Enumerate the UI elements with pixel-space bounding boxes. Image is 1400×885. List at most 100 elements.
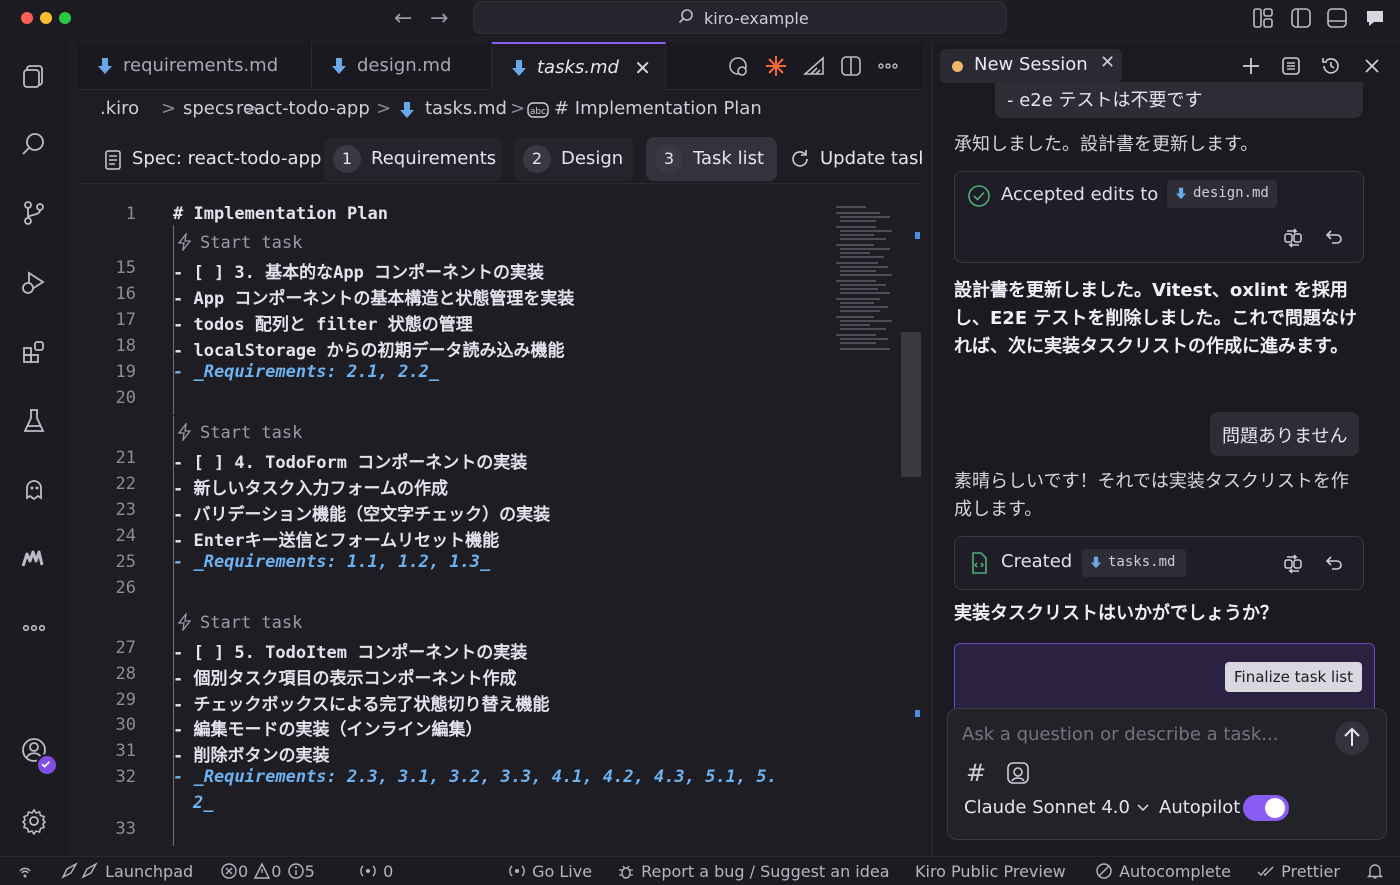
ports-item[interactable]: 0 xyxy=(358,862,393,881)
start-task-lens[interactable]: Start task xyxy=(176,611,303,633)
breadcrumb-item[interactable]: react-todo-app xyxy=(236,98,370,119)
code-line: - [ ] 5. TodoItem コンポーネントの実装 xyxy=(173,643,528,663)
go-live-item[interactable]: Go Live xyxy=(507,862,592,881)
split-editor-icon[interactable] xyxy=(840,55,862,77)
layout-customize-icon[interactable] xyxy=(1252,7,1274,29)
forward-arrow-icon[interactable]: → xyxy=(430,6,448,31)
minimize-window-button[interactable] xyxy=(40,12,52,24)
session-tab[interactable]: New Session ✕ xyxy=(940,49,1122,83)
revert-icon[interactable] xyxy=(1322,227,1344,249)
breadcrumb-separator: > xyxy=(161,98,177,119)
notifications-bell-icon[interactable] xyxy=(1366,862,1384,880)
update-tasks-button[interactable]: Update tasks xyxy=(820,148,922,169)
code-line: # Implementation Plan xyxy=(173,204,388,224)
kiro-ghost-icon[interactable] xyxy=(20,476,48,504)
preview-item[interactable]: Kiro Public Preview xyxy=(915,862,1066,881)
launchpad-item[interactable]: Launchpad xyxy=(60,862,193,881)
source-control-icon[interactable] xyxy=(20,199,48,227)
view-diff-icon[interactable] xyxy=(1282,227,1304,249)
session-list-icon[interactable] xyxy=(1280,55,1302,77)
back-arrow-icon[interactable]: ← xyxy=(394,6,412,31)
line-number: 21 xyxy=(115,448,136,468)
start-task-label: Start task xyxy=(200,613,303,633)
prettier-item[interactable]: Prettier xyxy=(1256,862,1340,881)
preview-icon[interactable] xyxy=(727,55,749,77)
line-number: 16 xyxy=(115,284,136,304)
activity-bar xyxy=(0,36,68,856)
code-editor[interactable]: 1 # Implementation Plan Start task 15 - … xyxy=(78,200,838,850)
problems-item[interactable]: 0 0 5 xyxy=(220,862,315,881)
broadcast-icon xyxy=(360,865,376,877)
step-task-list[interactable]: 3 Task list xyxy=(646,137,777,181)
lightning-icon xyxy=(177,421,192,443)
history-icon[interactable] xyxy=(1320,55,1342,77)
tab-label: tasks.md xyxy=(537,57,619,78)
step-requirements[interactable]: 1 Requirements xyxy=(324,137,502,181)
new-session-icon[interactable] xyxy=(1240,55,1262,77)
accepted-edits-card: Accepted edits to design.md xyxy=(954,171,1364,263)
explorer-icon[interactable] xyxy=(20,62,48,90)
zoom-window-button[interactable] xyxy=(59,12,71,24)
breadcrumb-item[interactable]: tasks.md xyxy=(425,98,507,119)
autopilot-toggle[interactable] xyxy=(1243,795,1289,821)
more-actions-icon[interactable] xyxy=(877,55,899,77)
line-number: 31 xyxy=(115,741,136,761)
code-line: - localStorage からの初期データ読み込み機能 xyxy=(173,341,565,361)
step-design[interactable]: 2 Design xyxy=(514,137,634,181)
breadcrumb-item[interactable]: specs xyxy=(183,98,234,119)
start-task-lens[interactable]: Start task xyxy=(176,231,302,253)
model-select[interactable]: Claude Sonnet 4.0 xyxy=(964,797,1150,818)
command-center[interactable]: kiro-example xyxy=(473,1,1007,34)
breadcrumb-item[interactable]: .kiro xyxy=(100,98,139,119)
markdown-file-icon xyxy=(512,60,526,76)
tab-requirements[interactable]: requirements.md xyxy=(78,42,312,90)
close-panel-icon[interactable] xyxy=(1361,55,1383,77)
start-task-lens[interactable]: Start task xyxy=(176,421,303,443)
editor-area: requirements.md design.md tasks.md ✕ .ki… xyxy=(78,42,922,856)
close-tab-icon[interactable]: ✕ xyxy=(634,56,651,80)
file-chip-tasks[interactable]: tasks.md xyxy=(1082,549,1186,577)
run-debug-icon[interactable] xyxy=(20,269,48,297)
code-line: - 個別タスク項目の表示コンポーネント作成 xyxy=(173,669,517,689)
search-icon[interactable] xyxy=(20,130,48,158)
editor-scrollbar[interactable] xyxy=(901,332,921,477)
markdown-file-icon xyxy=(1176,187,1186,200)
breadcrumb-item[interactable]: # Implementation Plan xyxy=(554,98,762,119)
kiro-spark-icon[interactable] xyxy=(765,55,787,77)
revert-icon[interactable] xyxy=(1322,553,1344,575)
warning-icon xyxy=(254,862,271,879)
image-attach-icon[interactable] xyxy=(1006,761,1030,785)
mcp-icon[interactable] xyxy=(20,545,48,573)
send-button[interactable] xyxy=(1335,721,1369,755)
settings-gear-icon[interactable] xyxy=(20,807,48,835)
compare-icon[interactable] xyxy=(803,55,825,77)
assistant-message: 承知しました。設計書を更新します。 xyxy=(954,134,1259,155)
finalize-task-list-button[interactable]: Finalize task list xyxy=(1225,662,1362,692)
refresh-icon xyxy=(792,150,808,167)
chat-toggle-icon[interactable] xyxy=(1364,7,1386,29)
code-line: - _Requirements: 2.3, 3.1, 3.2, 3.3, 4.1… xyxy=(173,767,777,787)
info-count: 5 xyxy=(304,862,315,881)
markdown-file-icon xyxy=(332,58,346,74)
extensions-icon[interactable] xyxy=(20,338,48,366)
close-session-icon[interactable]: ✕ xyxy=(1100,52,1115,73)
toggle-panel-icon[interactable] xyxy=(1326,7,1348,29)
start-task-label: Start task xyxy=(200,423,303,443)
file-chip-design[interactable]: design.md xyxy=(1167,180,1277,208)
context-hash-button[interactable]: # xyxy=(966,759,986,787)
search-icon xyxy=(678,9,693,24)
view-diff-icon[interactable] xyxy=(1282,553,1304,575)
testing-flask-icon[interactable] xyxy=(20,407,48,435)
autocomplete-item[interactable]: Autocomplete xyxy=(1094,862,1231,881)
toggle-sidebar-icon[interactable] xyxy=(1290,7,1312,29)
minimap[interactable] xyxy=(834,202,900,354)
line-number: 22 xyxy=(115,474,136,494)
tab-tasks[interactable]: tasks.md ✕ xyxy=(492,42,666,90)
close-window-button[interactable] xyxy=(21,12,33,24)
chat-input[interactable] xyxy=(962,721,1322,747)
account-badge xyxy=(36,754,58,776)
more-icon[interactable] xyxy=(20,614,48,642)
tab-design[interactable]: design.md xyxy=(312,42,492,90)
report-bug-item[interactable]: Report a bug / Suggest an idea xyxy=(616,862,890,881)
remote-icon[interactable] xyxy=(16,863,34,881)
